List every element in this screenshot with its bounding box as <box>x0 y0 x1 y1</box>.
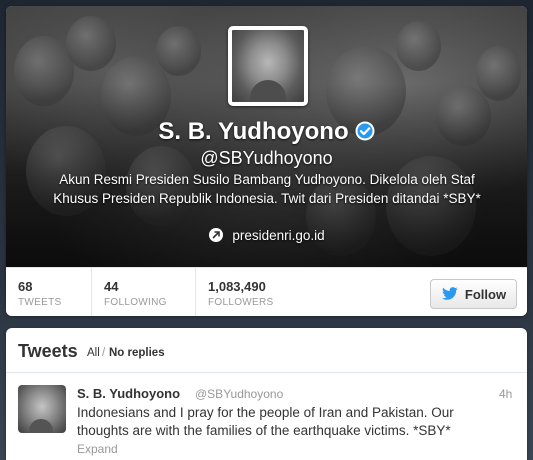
verified-check-icon <box>355 121 375 141</box>
tweet-expand-link[interactable]: Expand <box>77 442 118 456</box>
link-icon <box>209 228 224 243</box>
tweet-author-name[interactable]: S. B. Yudhoyono <box>77 386 180 401</box>
tweet-author-handle[interactable]: @SBYudhoyono <box>195 387 283 401</box>
tweets-header: Tweets All / No replies <box>6 328 527 373</box>
tweet-item[interactable]: S. B. Yudhoyono @SBYudhoyono 4h Indonesi… <box>6 374 527 460</box>
profile-website-link[interactable]: presidenri.go.id <box>232 228 324 243</box>
filter-no-replies-link[interactable]: No replies <box>109 347 165 359</box>
stat-followers-label: FOLLOWERS <box>208 297 274 308</box>
profile-stats-bar: 68 TWEETS 44 FOLLOWING 1,083,490 FOLLOWE… <box>6 267 527 316</box>
follow-button[interactable]: Follow <box>430 279 517 309</box>
profile-avatar[interactable] <box>228 26 308 106</box>
filter-all-link[interactable]: All <box>87 347 100 359</box>
profile-screen-name: @SBYudhoyono <box>200 148 333 168</box>
twitter-bird-icon <box>441 287 458 300</box>
tweet-text: Indonesians and I pray for the people of… <box>77 405 454 438</box>
profile-bio: Akun Resmi Presiden Susilo Bambang Yudho… <box>53 172 481 206</box>
tweets-panel: Tweets All / No replies S. B. Yudhoyono … <box>6 328 527 460</box>
stat-tweets-label: TWEETS <box>18 297 62 308</box>
follow-button-label: Follow <box>464 286 507 302</box>
stat-tweets-value: 68 <box>18 279 33 294</box>
stat-following-value: 44 <box>104 279 119 294</box>
tweet-timestamp[interactable]: 4h <box>499 387 512 401</box>
stat-followers-value: 1,083,490 <box>208 279 266 294</box>
tweet-avatar[interactable] <box>18 385 66 433</box>
profile-website-row: presidenri.go.id <box>6 228 527 244</box>
profile-name: S. B. Yudhoyono <box>158 118 349 145</box>
stat-following[interactable]: 44 FOLLOWING <box>92 268 196 316</box>
profile-name-row: S. B. Yudhoyono <box>6 118 527 146</box>
filter-separator: / <box>102 347 106 359</box>
profile-card: S. B. Yudhoyono @SBYudhoyono Akun Resmi … <box>6 6 527 316</box>
stat-followers[interactable]: 1,083,490 FOLLOWERS <box>196 268 300 316</box>
stat-tweets[interactable]: 68 TWEETS <box>6 268 92 316</box>
tweets-title: Tweets <box>18 341 78 361</box>
stat-following-label: FOLLOWING <box>104 297 167 308</box>
